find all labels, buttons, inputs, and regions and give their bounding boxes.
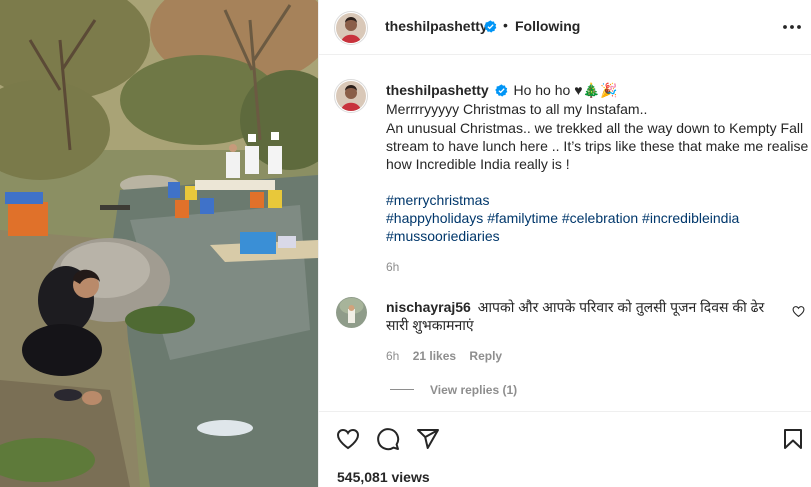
commenter-username[interactable]: nischayraj56 <box>386 299 471 315</box>
hashtag-link[interactable]: #merrychristmas <box>386 191 489 209</box>
commenter-avatar[interactable] <box>336 297 367 328</box>
author-avatar[interactable] <box>336 13 366 43</box>
commenter-avatar-image <box>336 297 367 328</box>
caption-timestamp[interactable]: 6h <box>386 260 399 274</box>
paper-plane-icon[interactable] <box>416 427 440 451</box>
comment-timestamp[interactable]: 6h <box>386 349 399 363</box>
caption-author-username[interactable]: theshilpashetty <box>386 82 489 98</box>
hashtag-link[interactable]: #incredibleindia <box>642 210 739 226</box>
comment-first-line: nischayraj56 आपको और आपके परिवार को तुलस… <box>386 298 764 316</box>
comment-bubble-icon[interactable] <box>376 427 400 451</box>
comment-reply-button[interactable]: Reply <box>469 349 502 363</box>
comments-scroll-area[interactable]: theshilpashetty Ho ho ho ♥🎄🎉 Merrrryyyyy… <box>319 55 811 411</box>
caption-avatar-image <box>336 81 366 111</box>
post-action-bar: 545,081 views <box>319 411 811 487</box>
caption-verified-badge-icon <box>494 84 507 97</box>
comment-text-line-2: सारी शुभकामनाएं <box>386 317 474 333</box>
caption-lead-text: Ho ho ho ♥🎄🎉 <box>513 82 618 98</box>
hashtag-link[interactable]: #celebration <box>562 210 638 226</box>
bookmark-icon[interactable] <box>781 427 805 451</box>
post-photo[interactable] <box>0 0 318 487</box>
caption-line-3: stream to have lunch here .. It’s trips … <box>386 138 809 154</box>
caption-line-4: how Incredible India really is ! <box>386 156 570 172</box>
author-avatar-image <box>336 13 366 43</box>
comment-text-line-1: आपको और आपके परिवार को तुलसी पूजन दिवस क… <box>477 299 765 315</box>
caption-author-avatar[interactable] <box>336 81 366 111</box>
caption-line-2: An unusual Christmas.. we trekked all th… <box>386 120 804 136</box>
post-detail-panel: theshilpashetty • Following theshilpashe… <box>318 0 811 487</box>
view-replies-divider <box>390 389 414 390</box>
hashtag-link[interactable]: #familytime <box>487 210 558 226</box>
verified-badge-icon <box>484 20 497 33</box>
post-photo-illustration <box>0 0 318 487</box>
caption-line-1: Merrrryyyyy Christmas to all my Instafam… <box>386 101 648 117</box>
more-options-icon[interactable] <box>781 16 803 38</box>
heart-icon[interactable] <box>336 427 360 451</box>
caption-first-line: theshilpashetty Ho ho ho ♥🎄🎉 <box>386 81 617 99</box>
post-author-username[interactable]: theshilpashetty <box>385 18 488 34</box>
comment-meta-row: 6h 21 likes Reply <box>386 349 502 363</box>
header-separator-dot: • <box>503 17 508 33</box>
comment-likes-count[interactable]: 21 likes <box>413 349 456 363</box>
small-heart-icon[interactable] <box>792 305 805 318</box>
view-replies-button[interactable]: View replies (1) <box>430 383 517 397</box>
post-header: theshilpashetty • Following <box>319 0 811 55</box>
hashtag-link[interactable]: #mussooriediaries <box>386 227 500 245</box>
hashtag-link[interactable]: #happyholidays <box>386 210 483 226</box>
hashtag-row: #happyholidays #familytime #celebration … <box>386 209 739 227</box>
following-button[interactable]: Following <box>515 18 580 34</box>
post-view-count[interactable]: 545,081 views <box>337 469 430 485</box>
